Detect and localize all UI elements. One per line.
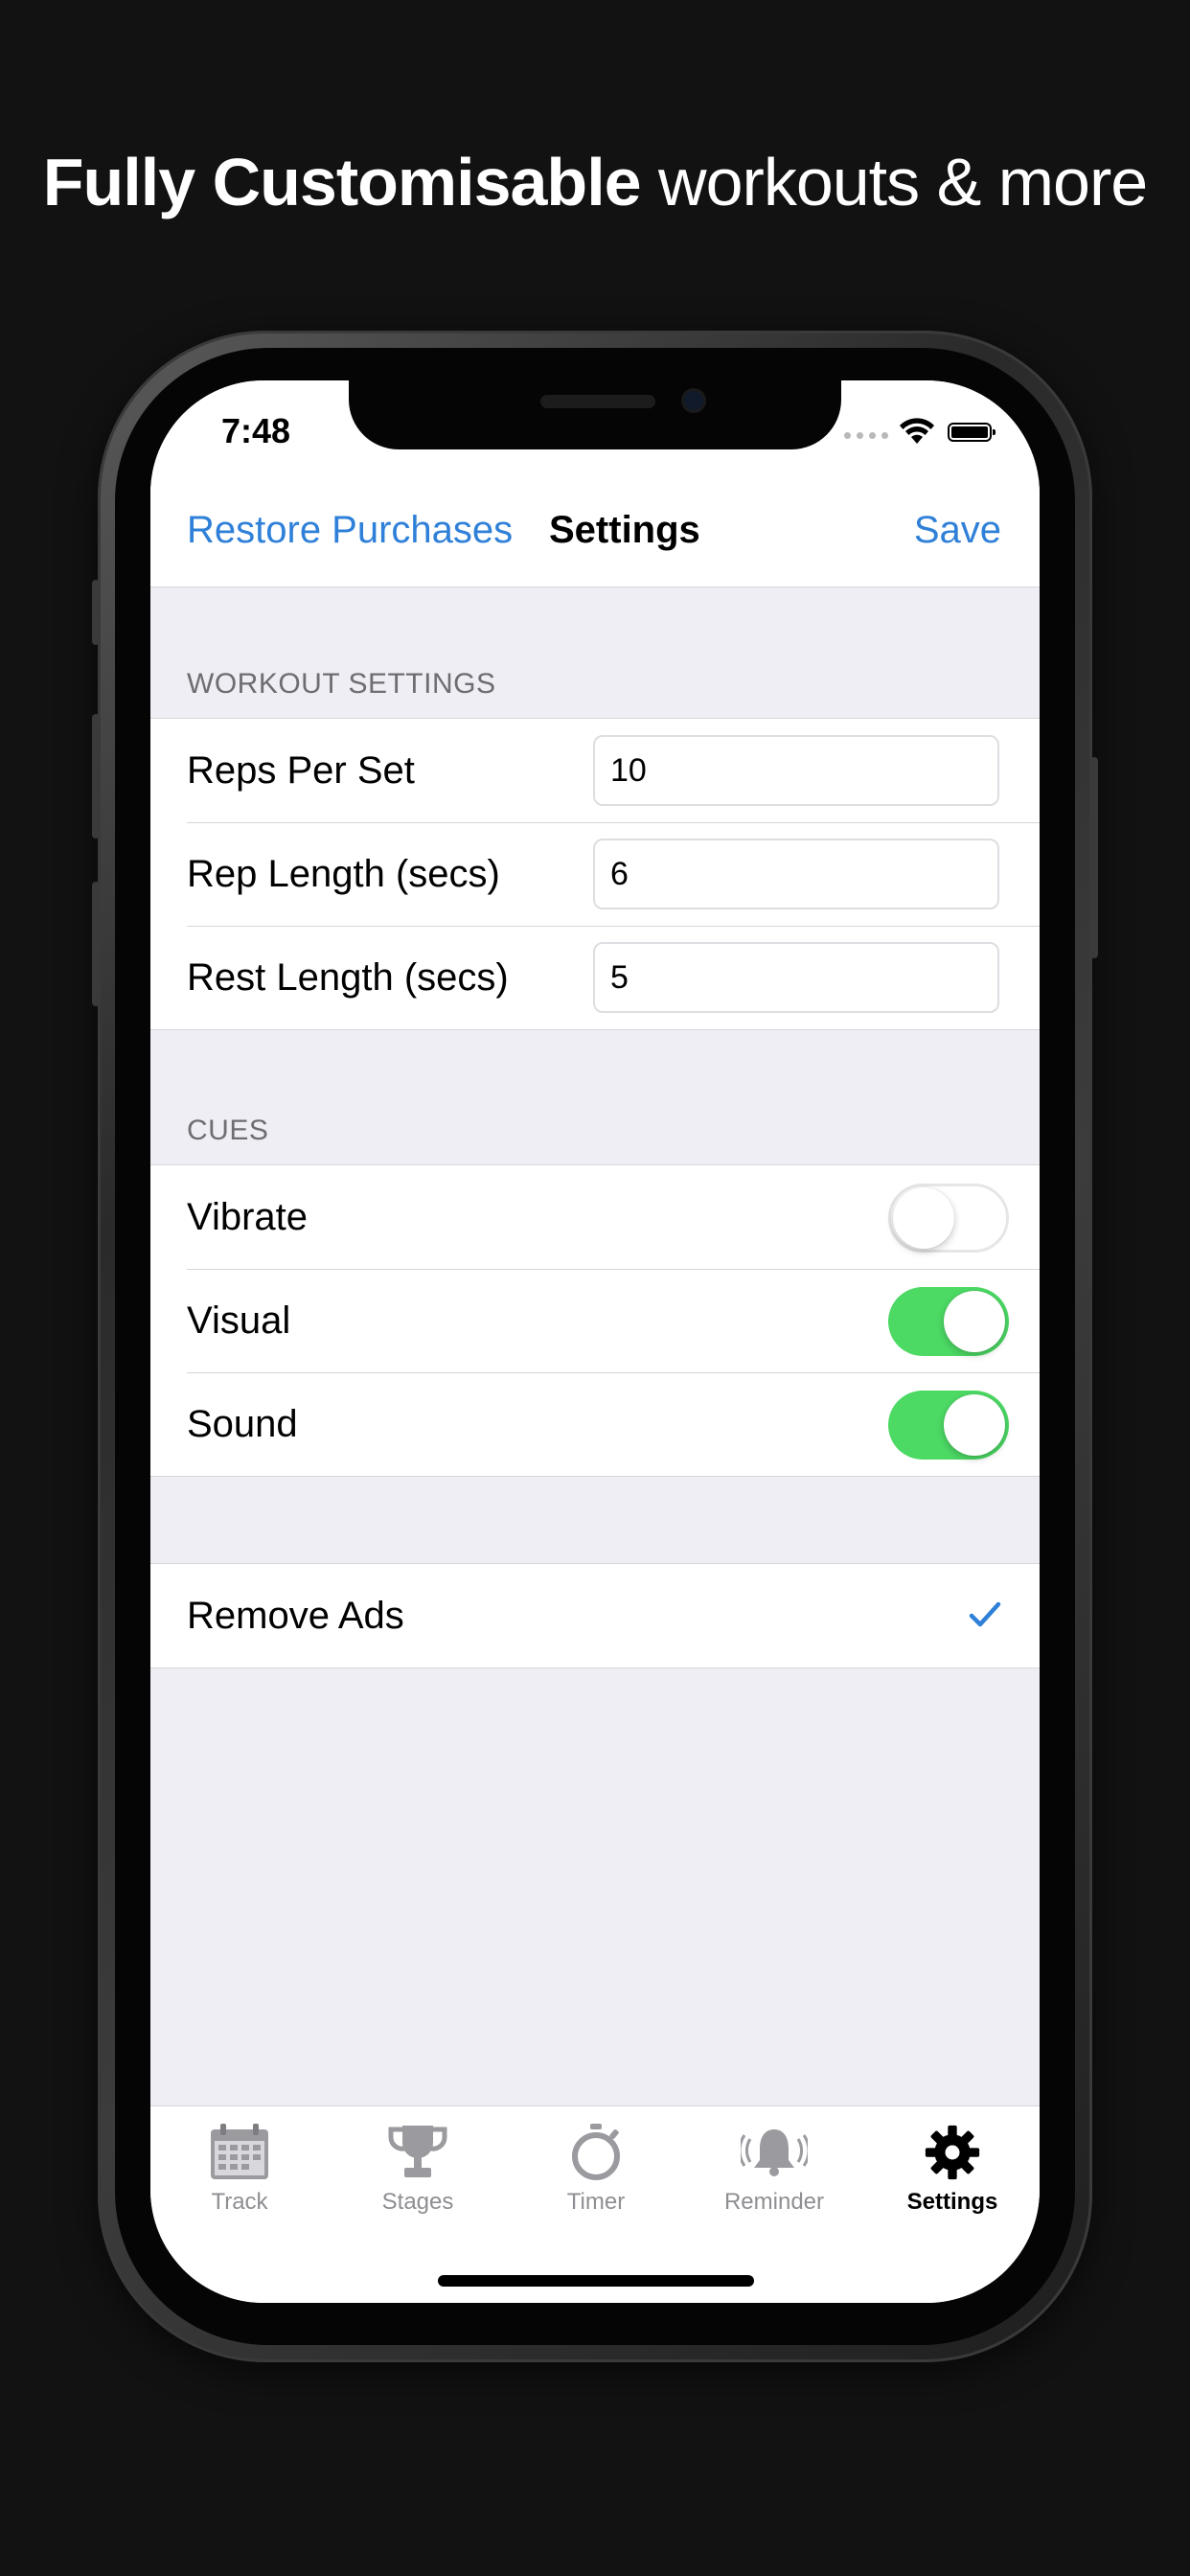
reps-per-set-field[interactable] bbox=[593, 735, 999, 806]
rep-length-label: Rep Length (secs) bbox=[187, 853, 500, 895]
tab-label: Settings bbox=[906, 2189, 998, 2215]
tab-label: Stages bbox=[381, 2189, 454, 2215]
gear-icon bbox=[925, 2125, 980, 2180]
tab-label: Track bbox=[211, 2189, 268, 2215]
toggle-knob bbox=[893, 1187, 954, 1249]
toggle-knob bbox=[944, 1394, 1005, 1456]
save-button[interactable]: Save bbox=[914, 509, 1001, 552]
tab-settings[interactable]: Settings bbox=[863, 2116, 1040, 2241]
bell-icon bbox=[741, 2129, 808, 2176]
remove-ads-label: Remove Ads bbox=[187, 1595, 404, 1637]
toggle-knob bbox=[944, 1291, 1005, 1352]
phone-screen: 7:48 Restore Purchases Settings Save WOR… bbox=[150, 380, 1040, 2303]
trophy-icon bbox=[388, 2126, 447, 2177]
speaker-grille bbox=[540, 395, 655, 408]
restore-purchases-button[interactable]: Restore Purchases bbox=[187, 509, 513, 552]
status-time: 7:48 bbox=[221, 411, 291, 450]
workout-settings-group: Reps Per Set Rep Length (secs) Rest Leng… bbox=[150, 718, 1040, 1030]
sound-label: Sound bbox=[187, 1403, 298, 1445]
mute-switch bbox=[92, 580, 100, 645]
vibrate-label: Vibrate bbox=[187, 1196, 309, 1238]
home-indicator[interactable] bbox=[438, 2275, 754, 2287]
vibrate-row: Vibrate bbox=[150, 1165, 1040, 1269]
tab-reminder[interactable]: Reminder bbox=[685, 2116, 863, 2241]
rest-length-field[interactable] bbox=[593, 942, 999, 1013]
tab-bar: Track Stages Timer Reminder Settings bbox=[150, 2105, 1040, 2303]
wifi-icon bbox=[900, 418, 934, 444]
vibrate-toggle[interactable] bbox=[888, 1184, 1009, 1253]
checkmark-icon bbox=[969, 1601, 1001, 1627]
headline-regular: workouts & more bbox=[658, 145, 1148, 219]
volume-down-button bbox=[92, 882, 100, 1006]
tab-label: Reminder bbox=[723, 2189, 825, 2215]
headline-bold: Fully Customisable bbox=[42, 145, 642, 219]
app-store-screenshot: Fully Customisable workouts & more 7:48 bbox=[0, 0, 1190, 2576]
remove-ads-row[interactable]: Remove Ads bbox=[150, 1564, 1040, 1668]
section-header-cues: CUES bbox=[187, 1115, 269, 1146]
page-title: Settings bbox=[549, 509, 700, 551]
section-header-workout-settings: WORKOUT SETTINGS bbox=[187, 668, 496, 700]
volume-up-button bbox=[92, 714, 100, 839]
power-button bbox=[1090, 757, 1098, 958]
rest-length-row: Rest Length (secs) bbox=[150, 926, 1040, 1029]
sound-row: Sound bbox=[150, 1372, 1040, 1476]
notch bbox=[349, 380, 841, 449]
navigation-bar: Restore Purchases Settings Save bbox=[150, 476, 1040, 587]
calendar-icon bbox=[211, 2124, 268, 2179]
reps-per-set-label: Reps Per Set bbox=[187, 749, 415, 792]
tab-timer[interactable]: Timer bbox=[507, 2116, 685, 2241]
visual-row: Visual bbox=[150, 1269, 1040, 1372]
reps-per-set-row: Reps Per Set bbox=[150, 719, 1040, 822]
headline: Fully Customisable workouts & more bbox=[0, 144, 1190, 220]
tab-label: Timer bbox=[566, 2189, 626, 2215]
rep-length-row: Rep Length (secs) bbox=[150, 822, 1040, 926]
signal-icon bbox=[844, 432, 888, 439]
visual-toggle[interactable] bbox=[888, 1287, 1009, 1356]
visual-label: Visual bbox=[187, 1300, 291, 1342]
sound-toggle[interactable] bbox=[888, 1391, 1009, 1460]
battery-icon bbox=[948, 423, 995, 442]
tab-stages[interactable]: Stages bbox=[329, 2116, 507, 2241]
front-camera bbox=[684, 391, 703, 410]
cues-group: Vibrate Visual Sound bbox=[150, 1164, 1040, 1477]
rep-length-field[interactable] bbox=[593, 839, 999, 909]
rest-length-label: Rest Length (secs) bbox=[187, 956, 509, 999]
tab-track[interactable]: Track bbox=[150, 2116, 329, 2241]
purchases-group: Remove Ads bbox=[150, 1563, 1040, 1668]
stopwatch-icon bbox=[572, 2124, 620, 2180]
